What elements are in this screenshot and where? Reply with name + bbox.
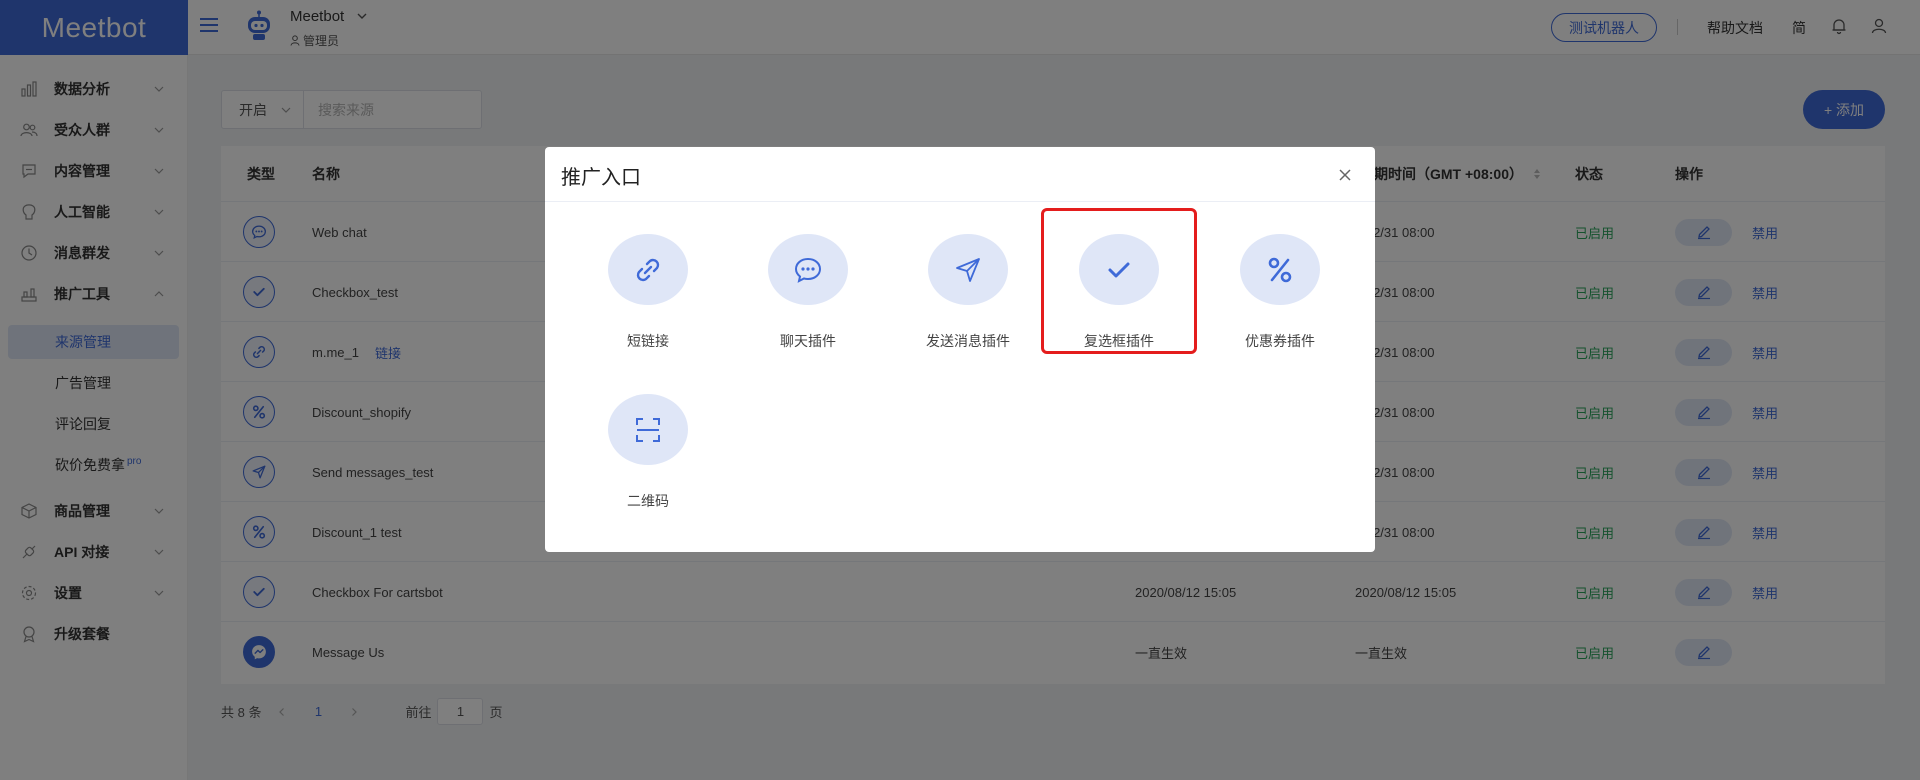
check-icon [1079, 234, 1159, 305]
modal-title: 推广入口 [561, 167, 641, 189]
entry-send-message-plugin[interactable]: 发送消息插件 [893, 211, 1043, 351]
qrcode-icon [608, 394, 688, 465]
entry-checkbox-plugin[interactable]: 复选框插件 [1041, 208, 1197, 354]
entry-label: 聊天插件 [780, 333, 836, 349]
entry-coupon-plugin[interactable]: 优惠券插件 [1205, 211, 1355, 351]
entry-label: 短链接 [627, 333, 669, 349]
entry-label: 复选框插件 [1084, 333, 1154, 349]
send-icon [928, 234, 1008, 305]
percent-icon [1240, 234, 1320, 305]
entry-label: 发送消息插件 [926, 333, 1010, 349]
promo-entry-modal: 推广入口 短链接 聊天插件 发送消息插件 复选框插件 优惠券插件 二维码 [545, 147, 1375, 552]
entry-label: 优惠券插件 [1245, 333, 1315, 349]
entry-short-link[interactable]: 短链接 [573, 211, 723, 351]
entry-label: 二维码 [627, 493, 669, 509]
modal-divider [545, 201, 1375, 202]
close-icon[interactable] [1337, 167, 1353, 183]
entry-qrcode[interactable]: 二维码 [573, 371, 723, 511]
link-icon [608, 234, 688, 305]
entry-chat-plugin[interactable]: 聊天插件 [733, 211, 883, 351]
chat-icon [768, 234, 848, 305]
